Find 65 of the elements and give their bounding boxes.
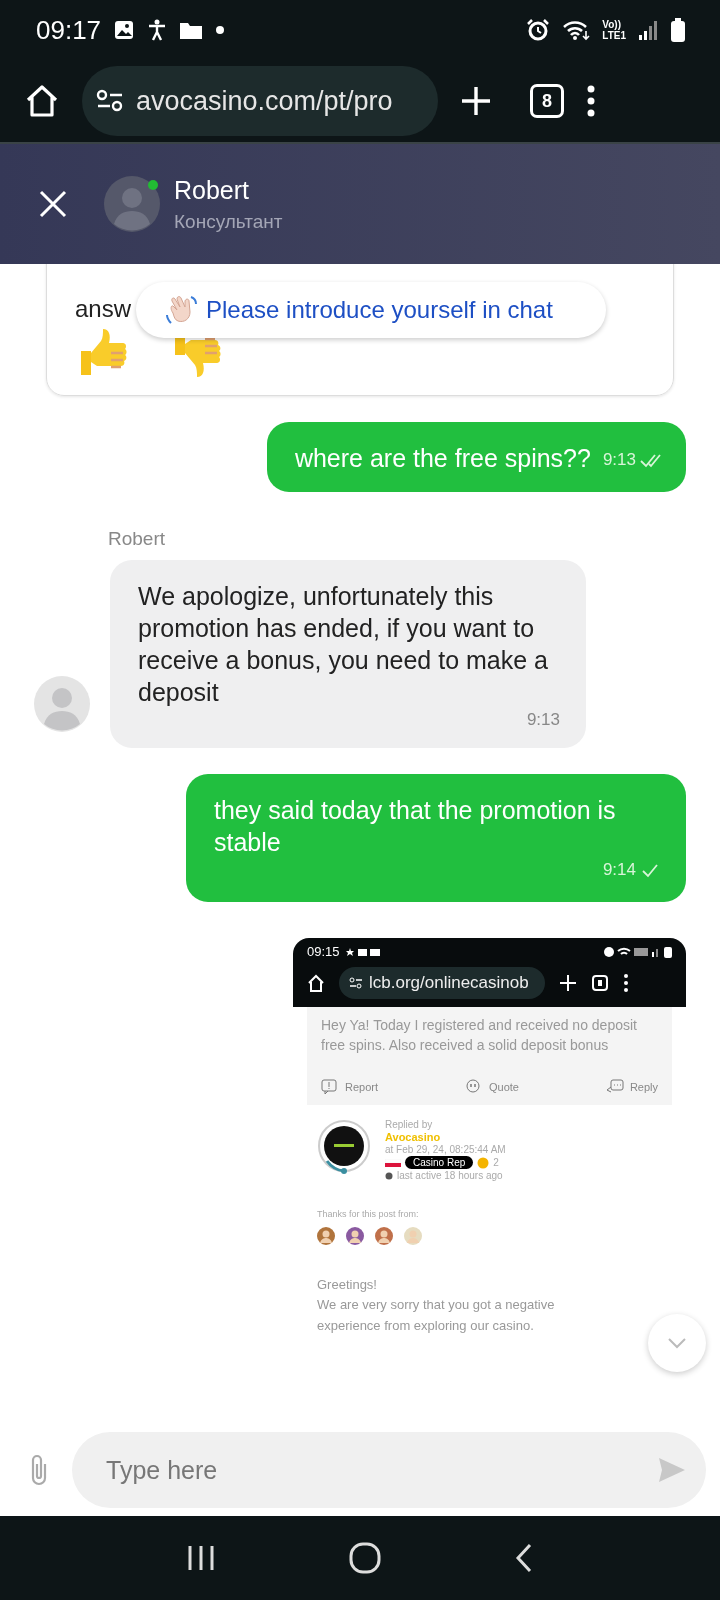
post-date: at Feb 29, 24, 08:25:44 AM	[385, 1144, 506, 1155]
home-icon[interactable]	[24, 83, 60, 119]
role-badge: Casino Rep	[405, 1156, 474, 1169]
status-dot-icon	[385, 1171, 393, 1180]
chevron-down-icon	[667, 1337, 687, 1349]
report-icon	[321, 1079, 339, 1095]
reply-text: We are very sorry that you got a negative experience from exploring our casino.	[316, 1296, 556, 1335]
message-text: they said today that the promotion is stable	[214, 795, 617, 858]
back-icon[interactable]	[514, 1543, 534, 1573]
new-tab-icon	[559, 974, 577, 992]
volte-label: Vo))	[602, 19, 621, 30]
message-field[interactable]: Type here	[72, 1432, 706, 1508]
new-tab-icon[interactable]	[460, 85, 492, 117]
image-icon	[113, 19, 136, 41]
avatar-icon	[104, 176, 160, 232]
notice-text: Please introduce yourself in chat	[206, 296, 553, 324]
message-text: We apologize, unfortunately this promotion has ended, if you want to receive a bonus, you need to make a deposit	[138, 581, 549, 708]
accessibility-icon	[147, 19, 168, 41]
alarm-icon	[526, 18, 551, 42]
quote-icon	[464, 1079, 483, 1095]
thanks-label: Thanks for this post from:	[316, 1208, 420, 1221]
folder-icon	[179, 20, 204, 40]
menu-icon	[623, 974, 629, 992]
message-time: 9:14	[602, 860, 636, 880]
logo-avatar-icon	[317, 1119, 371, 1175]
tab-count-button[interactable]: 8	[530, 84, 564, 118]
author-name: Avocasino	[385, 1131, 442, 1143]
avatar-icon	[34, 676, 90, 732]
sender-name: Robert	[108, 528, 167, 550]
user-avatar-icon	[404, 1227, 422, 1245]
message-text: where are the free spins??	[294, 443, 591, 474]
agent-name: Robert	[174, 175, 251, 205]
greeting-text: Greetings!	[316, 1276, 378, 1292]
home-button-icon[interactable]	[348, 1541, 382, 1575]
rating-question: answ	[75, 295, 132, 323]
site-settings-icon	[96, 89, 124, 113]
menu-icon[interactable]	[586, 85, 596, 117]
flag-icon	[385, 1158, 401, 1167]
reply-icon	[605, 1079, 624, 1095]
battery-icon	[670, 17, 686, 43]
wifi-icon	[562, 19, 591, 41]
tabs-icon	[591, 974, 609, 992]
url-text: avocasino.com/pt/pro	[136, 85, 393, 117]
post-text: Hey Ya! Today I registered and received no deposit free spins. Also received a solid deposit bonus	[321, 1016, 638, 1055]
site-settings-icon	[349, 977, 363, 989]
status-time: 09:17	[36, 14, 102, 46]
status-icons-drawing	[345, 946, 382, 957]
reputation-count: 2	[493, 1157, 499, 1168]
close-icon[interactable]	[38, 189, 68, 219]
url-text: lcb.org/onlinecasinob	[369, 973, 529, 993]
network-label: LTE1	[602, 30, 626, 41]
message-time: 9:13	[526, 710, 560, 730]
agent-role: Консультант	[174, 210, 283, 233]
home-icon	[307, 974, 325, 992]
last-active-text: last active 18 hours ago	[397, 1170, 503, 1181]
replied-by-label: Replied by	[385, 1119, 434, 1130]
user-avatar-icon	[317, 1227, 335, 1245]
recent-apps-icon[interactable]	[186, 1544, 216, 1572]
signal-icon	[638, 19, 658, 41]
status-time: 09:15	[307, 944, 340, 959]
user-avatar-icon	[346, 1227, 364, 1245]
user-avatar-icon	[375, 1227, 393, 1245]
message-time: 9:13	[602, 450, 636, 470]
address-field[interactable]: avocasino.com/pt/pro	[82, 66, 438, 136]
dot-icon	[215, 25, 226, 35]
